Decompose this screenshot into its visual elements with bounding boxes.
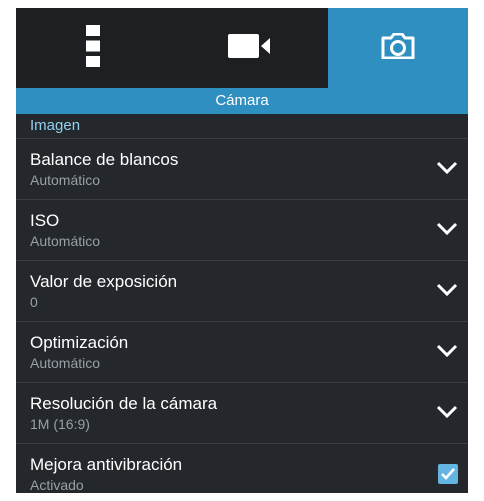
tab-bar — [16, 8, 468, 88]
chevron-down-icon[interactable] — [436, 281, 458, 299]
camera-icon — [381, 32, 415, 64]
video-camera-icon — [228, 33, 270, 63]
tab-more-settings[interactable] — [16, 8, 170, 88]
setting-value: Automático — [30, 355, 101, 371]
section-title: Cámara — [16, 88, 468, 114]
group-label: Imagen — [30, 117, 81, 134]
chevron-down-icon[interactable] — [436, 403, 458, 421]
setting-title: Mejora antivibración — [30, 455, 183, 474]
chevron-down-icon[interactable] — [436, 159, 458, 177]
setting-white-balance[interactable]: Balance de blancos Automático — [16, 139, 468, 200]
setting-value: Automático — [30, 233, 101, 249]
anti-shake-checkbox[interactable] — [438, 464, 458, 484]
setting-optimization[interactable]: Optimización Automático — [16, 322, 468, 383]
setting-value: 0 — [30, 294, 38, 310]
setting-value: Activado — [30, 477, 84, 493]
setting-title: ISO — [30, 211, 60, 230]
setting-value: Automático — [30, 172, 101, 188]
setting-anti-shake[interactable]: Mejora antivibración Activado — [16, 444, 468, 493]
setting-camera-resolution[interactable]: Resolución de la cámara 1M (16:9) — [16, 383, 468, 444]
setting-iso[interactable]: ISO Automático — [16, 200, 468, 261]
setting-title: Optimización — [30, 333, 129, 352]
camera-settings-panel: Cámara Imagen Balance de blancos Automát… — [16, 8, 468, 493]
checkmark-icon — [441, 468, 455, 480]
setting-exposure-value[interactable]: Valor de exposición 0 — [16, 261, 468, 322]
tab-camera[interactable] — [328, 8, 468, 88]
setting-title: Balance de blancos — [30, 150, 179, 169]
tab-video[interactable] — [170, 8, 328, 88]
setting-value: 1M (16:9) — [30, 416, 90, 432]
chevron-down-icon[interactable] — [436, 220, 458, 238]
setting-title: Valor de exposición — [30, 272, 178, 291]
more-vertical-icon — [86, 24, 100, 72]
setting-title: Resolución de la cámara — [30, 394, 218, 413]
chevron-down-icon[interactable] — [436, 342, 458, 360]
